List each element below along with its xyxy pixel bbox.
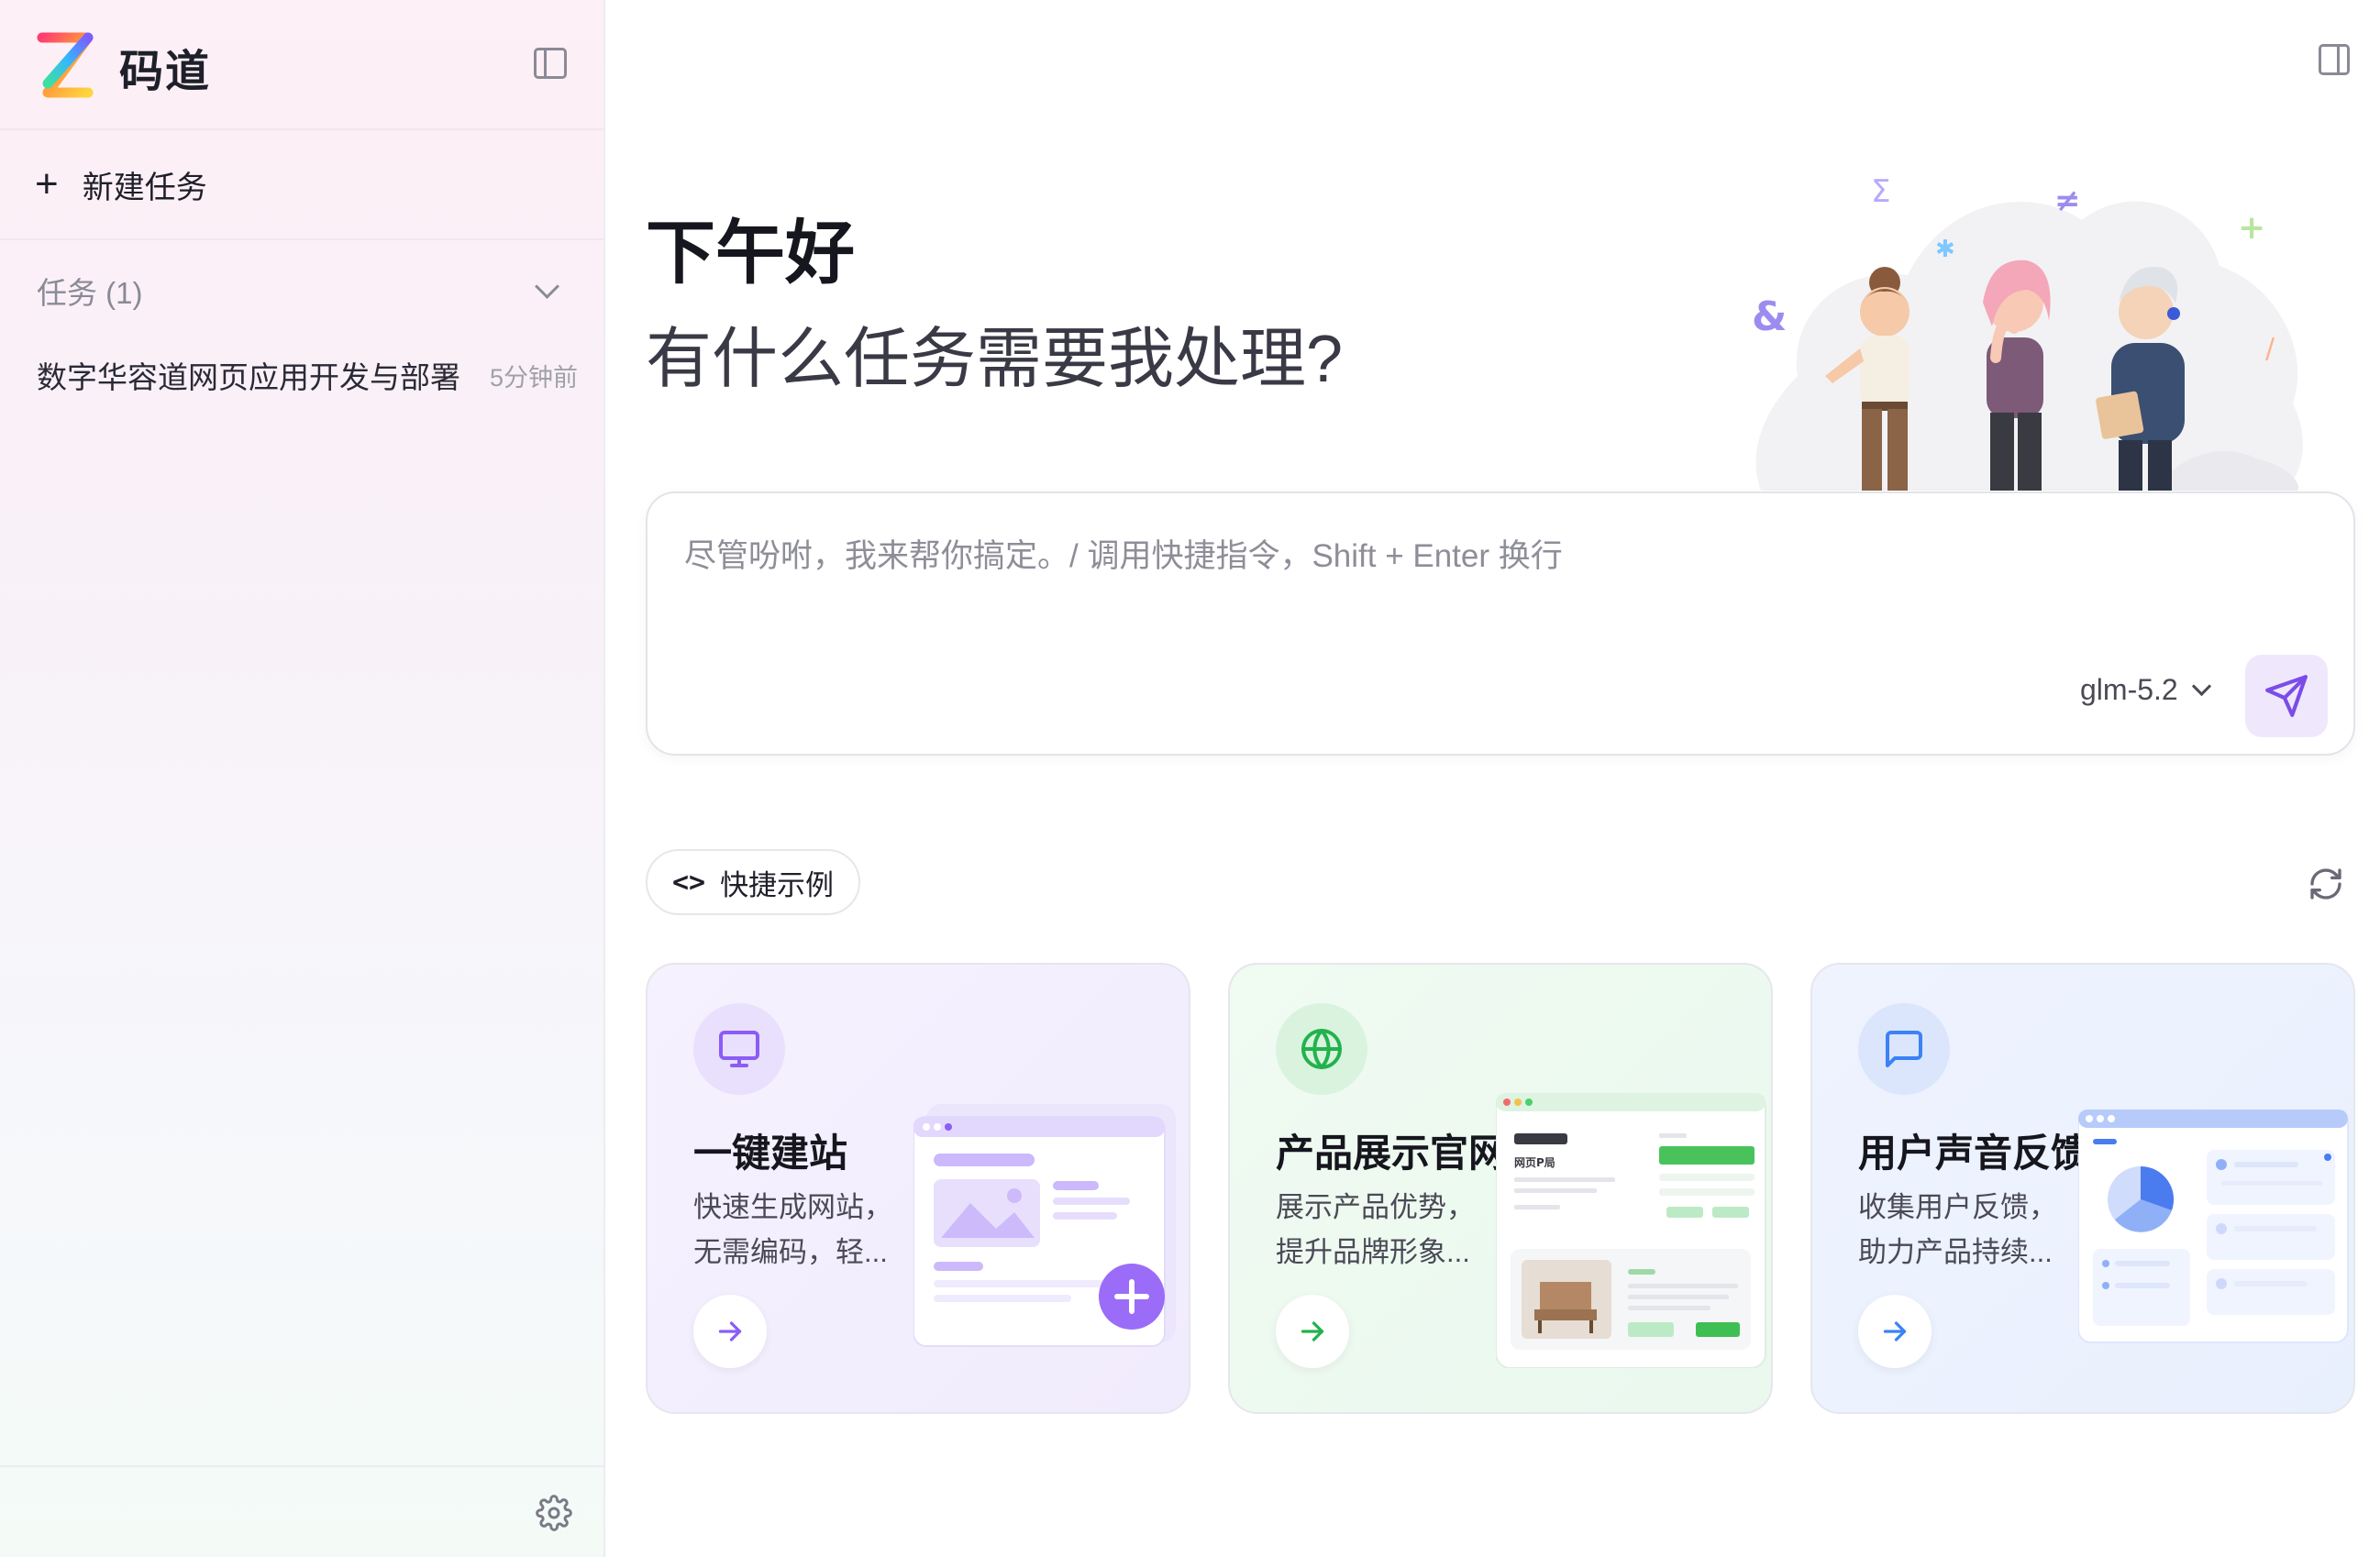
model-select[interactable]: glm-5.2	[2080, 673, 2211, 707]
logo-icon	[37, 32, 94, 98]
prompt-input-box: glm-5.2	[646, 491, 2355, 756]
svg-text:≠: ≠	[2054, 182, 2081, 219]
prompt-input[interactable]	[682, 528, 2319, 624]
svg-text:Σ: Σ	[1871, 173, 1890, 210]
arrow-right-icon	[1301, 1321, 1324, 1342]
divider	[0, 1465, 603, 1467]
brand-name: 码道	[119, 48, 212, 96]
card-title: 用户声音反馈	[1858, 1132, 2090, 1175]
globe-icon	[1276, 1003, 1367, 1095]
card-description: 收集用户反馈，助力产品持续...	[1858, 1191, 2057, 1268]
feedback-dashboard-illustration	[2078, 1110, 2349, 1343]
card-description: 快速生成网站，无需编码，轻...	[693, 1191, 892, 1268]
task-title: 数字华容道网页应用开发与部署	[37, 360, 460, 394]
svg-text:&: &	[1752, 293, 1787, 340]
chevron-down-icon	[2191, 676, 2211, 697]
refresh-icon[interactable]	[2308, 866, 2344, 902]
arrow-right-icon	[718, 1321, 742, 1342]
code-icon: <>	[671, 866, 706, 899]
greeting-heading: 下午好	[646, 215, 855, 293]
new-task-button[interactable]: + 新建任务	[35, 161, 207, 207]
card-title: 一键建站	[693, 1132, 848, 1175]
sidebar: 码道 + 新建任务 任务 (1) 数字华容道网页应用开发与部署 5分钟前	[0, 0, 605, 1557]
task-section-header[interactable]: 任务 (1)	[37, 268, 569, 314]
svg-text:+: +	[2238, 209, 2265, 247]
chevron-down-icon	[535, 273, 559, 299]
divider	[0, 238, 603, 240]
website-builder-illustration	[913, 1104, 1176, 1347]
card-arrow-button[interactable]	[1858, 1295, 1932, 1368]
subtitle-heading: 有什么任务需要我处理?	[646, 323, 1344, 396]
new-task-label: 新建任务	[82, 170, 207, 205]
task-section-label: 任务 (1)	[37, 276, 143, 310]
message-icon	[1858, 1003, 1950, 1095]
team-illustration: & Σ ✱ ≠ + /	[1752, 173, 2303, 491]
app-window: 码道 + 新建任务 任务 (1) 数字华容道网页应用开发与部署 5分钟前 下午好…	[0, 0, 2380, 1557]
sidebar-header: 码道	[0, 0, 603, 130]
card-arrow-button[interactable]	[1276, 1295, 1349, 1368]
card-arrow-button[interactable]	[693, 1295, 767, 1368]
example-card-feedback[interactable]: 用户声音反馈 收集用户反馈，助力产品持续...	[1810, 963, 2355, 1414]
quick-examples-tab[interactable]: <> 快捷示例	[646, 849, 860, 915]
model-label: glm-5.2	[2080, 673, 2178, 706]
task-time: 5分钟前	[489, 363, 578, 392]
card-title: 产品展示官网	[1276, 1132, 1508, 1175]
gear-icon[interactable]	[536, 1495, 572, 1531]
send-button[interactable]	[2245, 655, 2328, 737]
card-description: 展示产品优势，提升品牌形象...	[1276, 1191, 1475, 1268]
plus-icon: +	[35, 161, 59, 206]
sidebar-toggle-icon[interactable]	[534, 48, 567, 79]
product-site-illustration: 网页P局	[1496, 1093, 1766, 1368]
monitor-icon	[693, 1003, 785, 1095]
mock-brand-text: 网页P局	[1514, 1156, 1555, 1169]
arrow-right-icon	[1883, 1321, 1907, 1342]
svg-text:✱: ✱	[1935, 236, 1955, 263]
example-card-website[interactable]: 一键建站 快速生成网站，无需编码，轻...	[646, 963, 1190, 1414]
task-list-item[interactable]: 数字华容道网页应用开发与部署 5分钟前	[37, 352, 578, 398]
right-panel-toggle-icon[interactable]	[2319, 44, 2350, 75]
svg-text:/: /	[2265, 333, 2275, 365]
quick-examples-label: 快捷示例	[720, 868, 835, 901]
send-icon	[2265, 675, 2308, 717]
example-card-product-site[interactable]: 产品展示官网 展示产品优势，提升品牌形象... 网页P局	[1228, 963, 1773, 1414]
